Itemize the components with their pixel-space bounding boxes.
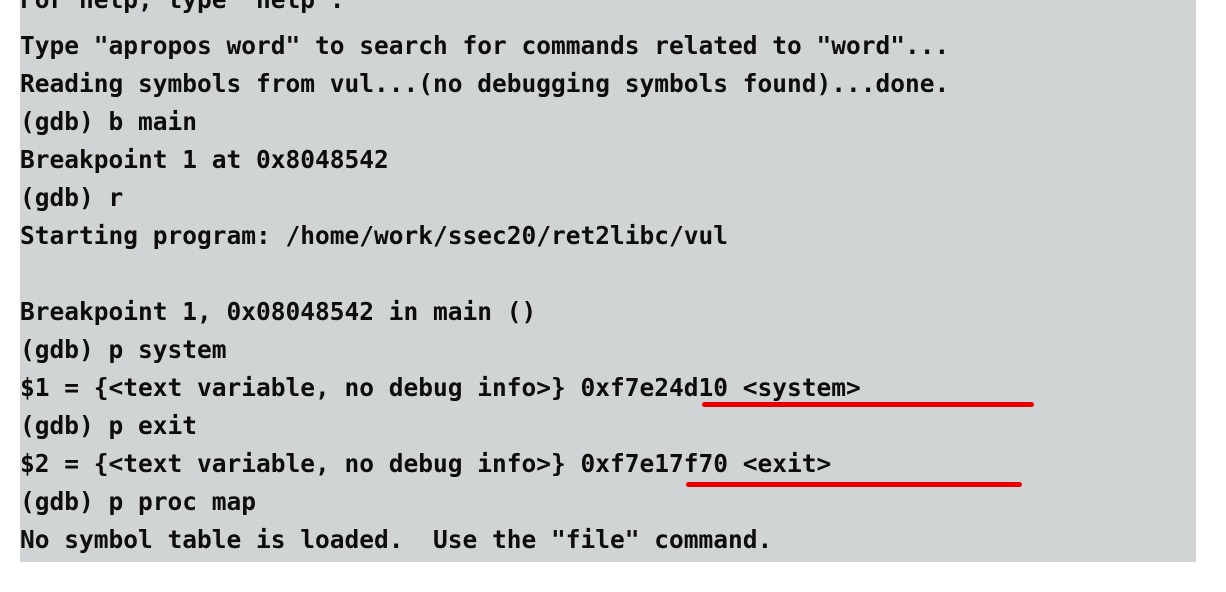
gdb-terminal-output: For help, type "help". Type "apropos wor… xyxy=(20,0,1196,562)
terminal-line-system-address: $1 = {<text variable, no debug info>} 0x… xyxy=(20,373,861,402)
terminal-line-exit-address: $2 = {<text variable, no debug info>} 0x… xyxy=(20,449,832,478)
terminal-line-reading-symbols: Reading symbols from vul...(no debugging… xyxy=(20,69,950,98)
terminal-line-breakpoint-set: Breakpoint 1 at 0x8048542 xyxy=(20,145,389,174)
terminal-line-cmd-p-proc-map: (gdb) p proc map xyxy=(20,487,257,516)
terminal-line-help: For help, type "help". xyxy=(20,0,345,15)
terminal-line-cmd-p-system: (gdb) p system xyxy=(20,335,227,364)
terminal-line-breakpoint-hit: Breakpoint 1, 0x08048542 in main () xyxy=(20,297,537,326)
terminal-line-cmd-r: (gdb) r xyxy=(20,183,124,212)
system-address-underline xyxy=(702,402,1034,407)
terminal-line-no-symbol-table: No symbol table is loaded. Use the "file… xyxy=(20,525,773,554)
terminal-line-cmd-p-exit: (gdb) p exit xyxy=(20,411,198,440)
terminal-line-cmd-b-main: (gdb) b main xyxy=(20,107,198,136)
terminal-line-apropos: Type "apropos word" to search for comman… xyxy=(20,31,950,60)
terminal-line-starting-program: Starting program: /home/work/ssec20/ret2… xyxy=(20,221,729,250)
exit-address-underline xyxy=(686,482,1022,487)
